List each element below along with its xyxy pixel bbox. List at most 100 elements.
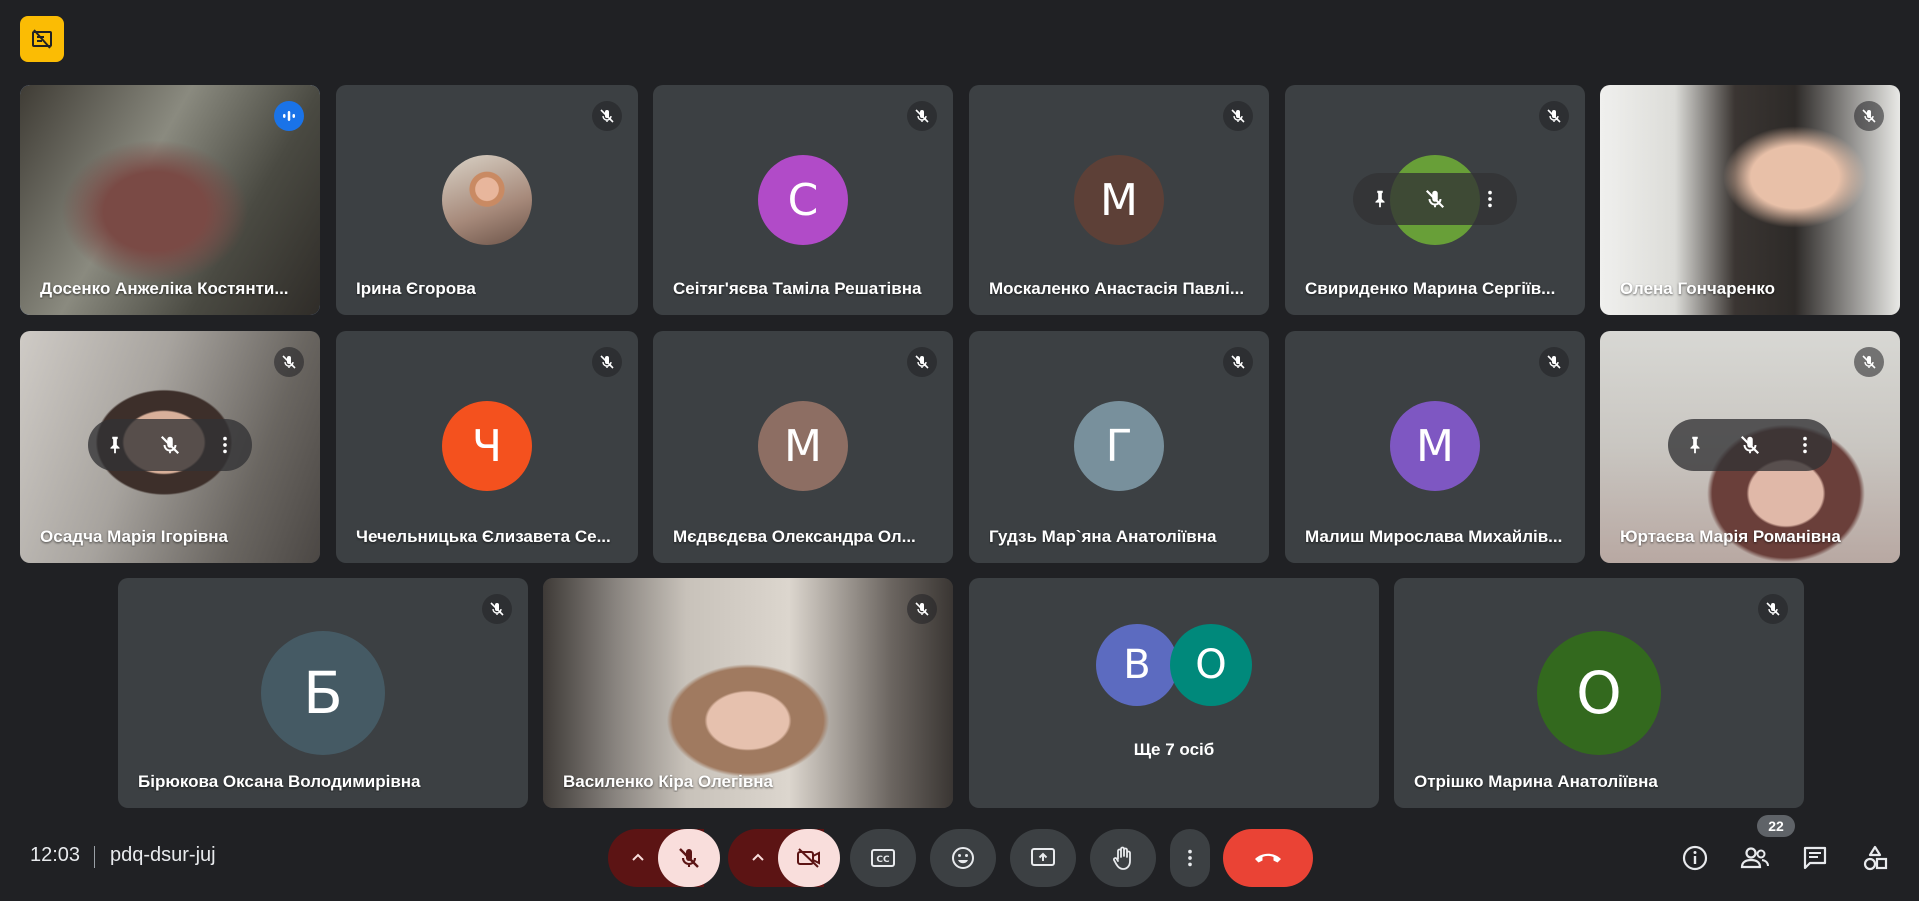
more-vert-icon[interactable] (214, 434, 236, 456)
avatar-initial: Б (261, 631, 385, 755)
participant-tile-svyrydenko[interactable]: Свириденко Марина Сергіїв... (1285, 85, 1585, 315)
participant-name: Бірюкова Оксана Володимирівна (138, 772, 421, 791)
participant-name: Мєдвєдєва Олександра Ол... (673, 527, 916, 546)
participant-tile-dosenko[interactable]: Досенко Анжеліка Костянти... (20, 85, 320, 315)
participant-tile-vasylenko[interactable]: Василенко Кіра Олегівна (543, 578, 953, 808)
mic-off-icon (915, 355, 929, 369)
mic-muted-indicator (1223, 347, 1253, 377)
participant-tile-chechelnytska[interactable]: Ч Чечельницька Єлизавета Се... (336, 331, 638, 563)
info-icon (1682, 845, 1708, 871)
participant-name: Москаленко Анастасія Павлі... (989, 279, 1245, 298)
avatar-initial: М (1074, 155, 1164, 245)
tile-hover-controls (1668, 419, 1832, 471)
more-options-button[interactable] (1170, 829, 1210, 887)
network-warning-badge[interactable] (20, 16, 64, 62)
activities-button[interactable] (1851, 834, 1899, 882)
tile-hover-controls (1353, 173, 1517, 225)
meeting-clock: 12:03 (30, 844, 81, 866)
mic-off-icon (282, 355, 296, 369)
raise-hand-icon (1113, 846, 1131, 870)
pin-icon[interactable] (104, 434, 126, 456)
mic-muted-indicator (1539, 347, 1569, 377)
audio-level-icon (283, 111, 295, 121)
reactions-button[interactable] (930, 829, 996, 887)
participant-tile-moskalenko[interactable]: М Москаленко Анастасія Павлі... (969, 85, 1269, 315)
mic-muted-indicator (1854, 347, 1884, 377)
mic-off-icon (600, 355, 614, 369)
mic-off-icon[interactable] (159, 434, 181, 456)
participant-name: Гудзь Мар`яна Анатоліївна (989, 527, 1217, 546)
pin-icon[interactable] (1684, 434, 1706, 456)
toggle-camera-button[interactable] (778, 829, 840, 887)
participant-tile-olena[interactable]: Олена Гончаренко (1600, 85, 1900, 315)
participant-tile-biriukova[interactable]: Б Бірюкова Оксана Володимирівна (118, 578, 528, 808)
mic-off-icon (490, 602, 504, 616)
participant-name: Малиш Мирослава Михайлів... (1305, 527, 1563, 546)
more-vert-icon[interactable] (1479, 188, 1501, 210)
activities-icon (1863, 845, 1888, 871)
tile-hover-controls (88, 419, 252, 471)
participant-tile-osadcha[interactable]: Осадча Марія Ігорівна (20, 331, 320, 563)
participant-name: Осадча Марія Ігорівна (40, 527, 228, 546)
toggle-microphone-button[interactable] (658, 829, 720, 887)
more-vert-icon (1188, 849, 1192, 867)
participants-count-badge: 22 (1757, 815, 1795, 837)
mic-off-icon (915, 602, 929, 616)
mic-off-icon (1547, 355, 1561, 369)
more-vert-icon[interactable] (1794, 434, 1816, 456)
participant-name: Сеітяг'яєва Таміла Решатівна (673, 279, 922, 298)
participant-name: Ірина Єгорова (356, 279, 476, 298)
mic-muted-indicator (592, 347, 622, 377)
raise-hand-button[interactable] (1090, 829, 1156, 887)
meeting-code: pdq-dsur-juj (110, 844, 216, 866)
chat-button[interactable] (1791, 834, 1839, 882)
mic-muted-indicator (592, 101, 622, 131)
mic-muted-indicator (482, 594, 512, 624)
present-now-button[interactable] (1010, 829, 1076, 887)
mic-off-icon (1766, 602, 1780, 616)
mic-off-icon[interactable] (1424, 188, 1446, 210)
participant-tile-yurtaieva[interactable]: Юртаєва Марія Романівна (1600, 331, 1900, 563)
avatar-initial: О (1537, 631, 1661, 755)
call-end-icon (1255, 853, 1281, 863)
avatar-initial: Г (1074, 401, 1164, 491)
mic-off-icon (1231, 109, 1245, 123)
speaking-indicator (274, 101, 304, 131)
participant-tile-medviedieva[interactable]: М Мєдвєдєва Олександра Ол... (653, 331, 953, 563)
meeting-control-bar: 12:03 pdq-dsur-juj CC (0, 820, 1919, 901)
people-icon (1740, 847, 1769, 869)
others-tile[interactable]: В О Ще 7 осіб (969, 578, 1379, 808)
mic-off-icon[interactable] (1739, 434, 1761, 456)
participant-name: Свириденко Марина Сергіїв... (1305, 279, 1556, 298)
participant-tile-hudz[interactable]: Г Гудзь Мар`яна Анатоліївна (969, 331, 1269, 563)
mic-off-icon (1862, 109, 1876, 123)
avatar-initial: О (1170, 624, 1252, 706)
mic-muted-indicator (1539, 101, 1569, 131)
avatar-initial: В (1096, 624, 1178, 706)
participant-tile-seitiagiaieva[interactable]: С Сеітяг'яєва Таміла Решатівна (653, 85, 953, 315)
participant-name: Юртаєва Марія Романівна (1620, 527, 1841, 546)
participant-name: Досенко Анжеліка Костянти... (40, 279, 289, 298)
mic-muted-indicator (907, 101, 937, 131)
pin-icon[interactable] (1369, 188, 1391, 210)
participant-tile-malysh[interactable]: М Малиш Мирослава Михайлів... (1285, 331, 1585, 563)
no-signal-icon (32, 29, 52, 49)
emoji-icon (952, 847, 974, 869)
leave-call-button[interactable] (1223, 829, 1313, 887)
participant-tile-otrishko[interactable]: О Отрішко Марина Анатоліївна (1394, 578, 1804, 808)
meeting-details-button[interactable] (1671, 834, 1719, 882)
participant-name: Чечельницька Єлизавета Се... (356, 527, 611, 546)
participant-name: Василенко Кіра Олегівна (563, 772, 773, 791)
divider (94, 846, 95, 868)
participant-tile-iryna[interactable]: Ірина Єгорова (336, 85, 638, 315)
mic-off-icon (915, 109, 929, 123)
mic-muted-indicator (274, 347, 304, 377)
chat-icon (1803, 846, 1827, 870)
mic-off-icon (679, 848, 699, 868)
captions-button[interactable]: CC (850, 829, 916, 887)
profile-photo (442, 155, 532, 245)
present-screen-icon (1031, 848, 1055, 866)
show-everyone-button[interactable] (1731, 834, 1779, 882)
avatar-initial: С (758, 155, 848, 245)
mic-off-icon (1862, 355, 1876, 369)
